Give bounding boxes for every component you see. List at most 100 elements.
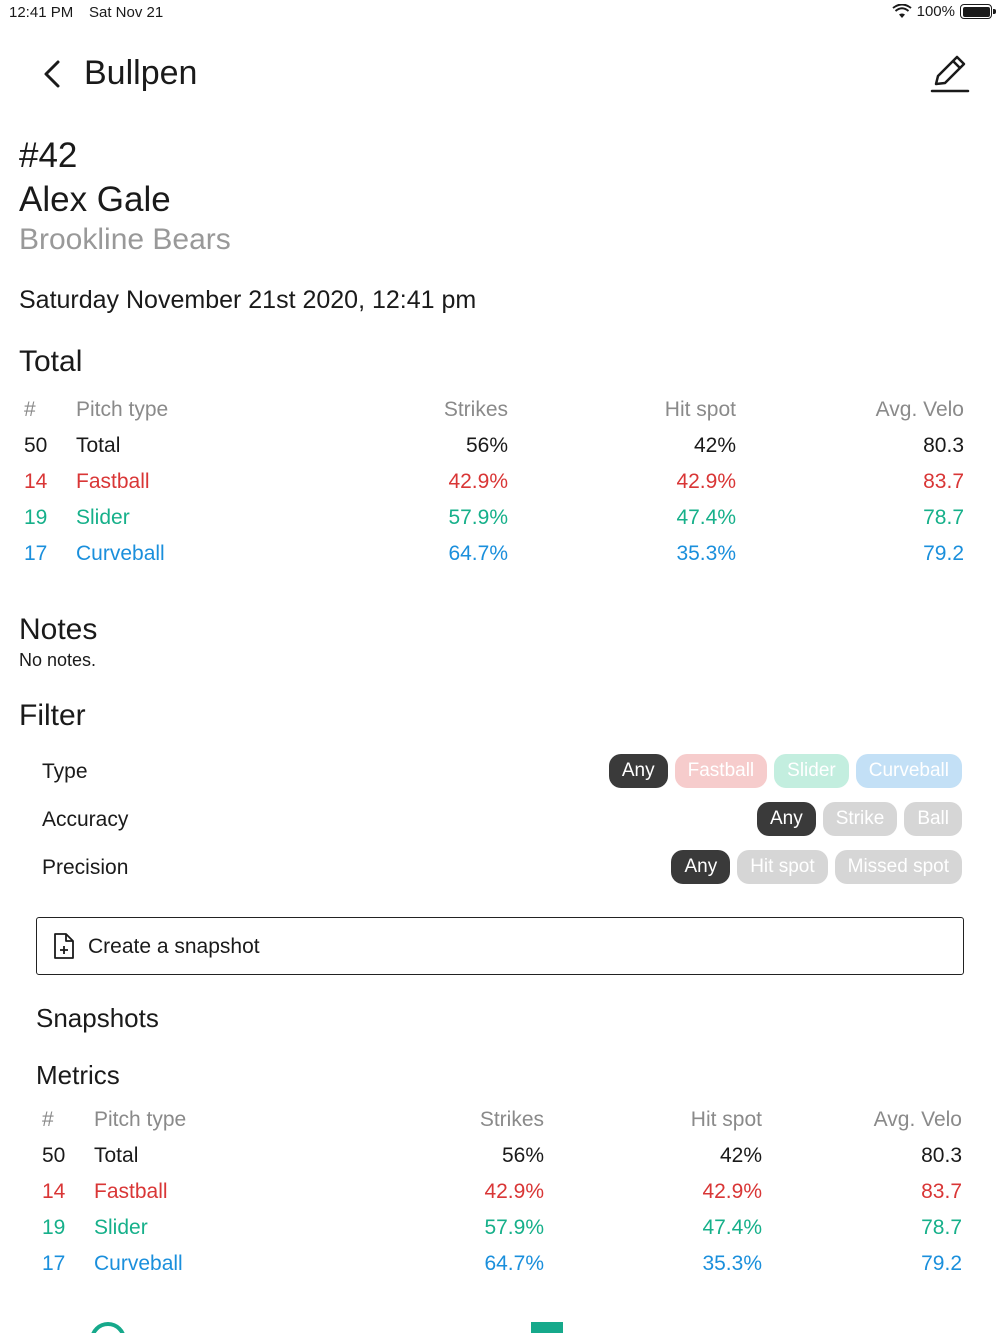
table-header-row: # Pitch type Strikes Hit spot Avg. Velo: [42, 1104, 1000, 1140]
player-number: #42: [19, 136, 78, 175]
header-pitch-type: Pitch type: [94, 1108, 187, 1131]
row-strikes: 57.9%: [448, 506, 508, 529]
circle-icon[interactable]: [90, 1322, 126, 1333]
row-hit-spot: 47.4%: [702, 1216, 762, 1239]
row-avg-velo: 83.7: [921, 1180, 962, 1203]
row-num: 50: [24, 434, 48, 457]
filter-type-chips: Any Fastball Slider Curveball: [608, 754, 962, 788]
row-pitch-type: Fastball: [76, 470, 150, 493]
row-strikes: 42.9%: [484, 1180, 544, 1203]
row-avg-velo: 78.7: [921, 1216, 962, 1239]
player-name: Alex Gale: [19, 180, 171, 219]
table-row: 19 Slider 57.9% 47.4% 78.7: [24, 502, 984, 538]
status-bar: 12:41 PM Sat Nov 21 100%: [0, 0, 1000, 26]
row-pitch-type: Slider: [76, 506, 130, 529]
session-date: Saturday November 21st 2020, 12:41 pm: [19, 286, 477, 314]
filter-precision-chip-missed-spot[interactable]: Missed spot: [834, 850, 962, 884]
row-pitch-type: Total: [76, 434, 121, 457]
status-indicators: 100%: [892, 3, 996, 20]
row-avg-velo: 83.7: [923, 470, 964, 493]
filter-precision-chip-any[interactable]: Any: [671, 850, 731, 884]
header-avg-velo: Avg. Velo: [875, 398, 964, 421]
create-snapshot-button[interactable]: Create a snapshot: [36, 917, 964, 975]
filter-type-chip-curveball[interactable]: Curveball: [855, 754, 962, 788]
chevron-left-icon: [44, 60, 60, 88]
table-row: 17 Curveball 64.7% 35.3% 79.2: [42, 1248, 1000, 1284]
player-team: Brookline Bears: [19, 223, 231, 256]
nav-bar: Bullpen: [0, 48, 1000, 104]
back-button[interactable]: [34, 56, 70, 92]
table-header-row: # Pitch type Strikes Hit spot Avg. Velo: [24, 394, 984, 430]
header-num: #: [24, 398, 36, 421]
filter-precision-label: Precision: [42, 856, 129, 879]
filter-type-chip-any[interactable]: Any: [608, 754, 668, 788]
row-pitch-type: Curveball: [76, 542, 165, 565]
table-row: 14 Fastball 42.9% 42.9% 83.7: [24, 466, 984, 502]
row-avg-velo: 79.2: [921, 1252, 962, 1275]
header-pitch-type: Pitch type: [76, 398, 169, 421]
filter-accuracy-chip-ball[interactable]: Ball: [904, 802, 962, 836]
filter-accuracy-row: Accuracy Any Strike Ball: [42, 802, 962, 838]
table-row: 17 Curveball 64.7% 35.3% 79.2: [24, 538, 984, 574]
row-avg-velo: 78.7: [923, 506, 964, 529]
notes-section-title: Notes: [19, 613, 98, 646]
row-pitch-type: Total: [94, 1144, 139, 1167]
header-num: #: [42, 1108, 54, 1131]
row-pitch-type: Curveball: [94, 1252, 183, 1275]
table-row: 50 Total 56% 42% 80.3: [24, 430, 984, 466]
create-snapshot-label: Create a snapshot: [88, 935, 260, 958]
filter-precision-chip-hit-spot[interactable]: Hit spot: [737, 850, 828, 884]
filter-accuracy-chip-strike[interactable]: Strike: [822, 802, 898, 836]
row-hit-spot: 42%: [719, 1144, 762, 1167]
filter-type-chip-fastball[interactable]: Fastball: [674, 754, 768, 788]
total-stats-table: # Pitch type Strikes Hit spot Avg. Velo …: [24, 394, 984, 574]
table-row: 50 Total 56% 42% 80.3: [42, 1140, 1000, 1176]
header-avg-velo: Avg. Velo: [873, 1108, 962, 1131]
total-section-title: Total: [19, 345, 83, 378]
row-strikes: 56%: [501, 1144, 544, 1167]
file-plus-icon: [54, 933, 74, 959]
filter-precision-row: Precision Any Hit spot Missed spot: [42, 850, 962, 886]
row-strikes: 56%: [465, 434, 508, 457]
status-time: 12:41 PM: [9, 4, 74, 21]
table-row: 19 Slider 57.9% 47.4% 78.7: [42, 1212, 1000, 1248]
row-avg-velo: 80.3: [921, 1144, 962, 1167]
row-num: 19: [24, 506, 48, 529]
pencil-icon: [930, 55, 970, 93]
row-strikes: 64.7%: [448, 542, 508, 565]
row-hit-spot: 35.3%: [676, 542, 736, 565]
snapshots-section-title: Snapshots: [36, 1003, 159, 1033]
header-strikes: Strikes: [443, 398, 508, 421]
header-strikes: Strikes: [479, 1108, 544, 1131]
header-hit-spot: Hit spot: [690, 1108, 762, 1131]
filter-type-row: Type Any Fastball Slider Curveball: [42, 754, 962, 790]
row-pitch-type: Slider: [94, 1216, 148, 1239]
row-num: 14: [24, 470, 48, 493]
row-num: 17: [24, 542, 48, 565]
filter-section-title: Filter: [19, 699, 86, 732]
filter-accuracy-chip-any[interactable]: Any: [756, 802, 816, 836]
row-hit-spot: 42.9%: [676, 470, 736, 493]
filter-type-label: Type: [42, 760, 88, 783]
filter-type-chip-slider[interactable]: Slider: [774, 754, 849, 788]
chart-icon[interactable]: [531, 1322, 563, 1333]
row-avg-velo: 80.3: [923, 434, 964, 457]
row-num: 50: [42, 1144, 66, 1167]
page-title: Bullpen: [84, 54, 198, 92]
edit-button[interactable]: [926, 53, 972, 95]
status-date: Sat Nov 21: [89, 4, 164, 21]
row-strikes: 57.9%: [484, 1216, 544, 1239]
metrics-stats-table: # Pitch type Strikes Hit spot Avg. Velo …: [42, 1104, 1000, 1284]
header-hit-spot: Hit spot: [664, 398, 736, 421]
row-num: 17: [42, 1252, 66, 1275]
row-num: 14: [42, 1180, 66, 1203]
row-num: 19: [42, 1216, 66, 1239]
row-pitch-type: Fastball: [94, 1180, 168, 1203]
notes-text: No notes.: [19, 650, 97, 670]
row-hit-spot: 35.3%: [702, 1252, 762, 1275]
row-hit-spot: 42%: [693, 434, 736, 457]
row-strikes: 64.7%: [484, 1252, 544, 1275]
battery-percent: 100%: [916, 3, 955, 20]
row-hit-spot: 42.9%: [702, 1180, 762, 1203]
wifi-icon: [892, 4, 912, 18]
